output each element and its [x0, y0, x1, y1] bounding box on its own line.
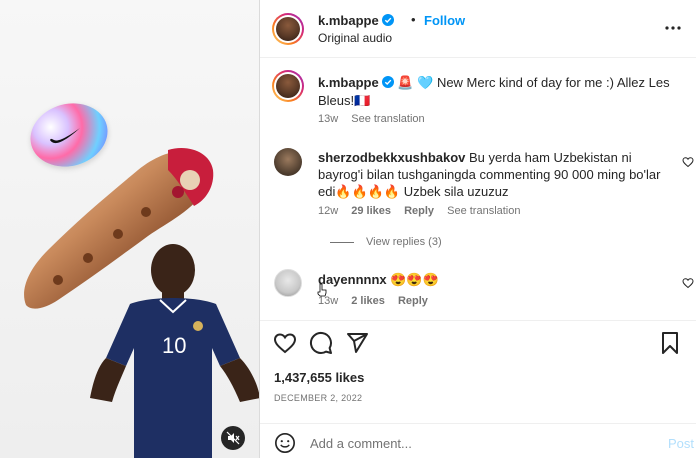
comments-scroll-area[interactable]: k.mbappe 🚨 🩵 New Merc kind of day for me… — [260, 58, 696, 320]
post-comment-button[interactable]: Post — [668, 436, 694, 451]
like-icon[interactable] — [273, 331, 297, 355]
reply-button[interactable]: Reply — [398, 295, 428, 307]
caption-meta: 13w See translation — [318, 113, 435, 125]
mute-button[interactable] — [221, 426, 245, 450]
caption-emojis: 🚨 🩵 — [397, 75, 434, 90]
like-comment-icon[interactable] — [682, 277, 694, 289]
instagram-post-modal: 10 k.mbappe • Follow Original audio k.mb… — [0, 0, 696, 458]
svg-text:10: 10 — [162, 333, 186, 358]
caption: k.mbappe 🚨 🩵 New Merc kind of day for me… — [318, 74, 678, 110]
verified-badge-icon — [381, 76, 394, 88]
verified-badge-icon — [381, 14, 394, 26]
comment-avatar[interactable] — [274, 269, 302, 297]
comment-body: dayennnnx 😍😍😍 — [318, 271, 439, 288]
emoji-icon[interactable] — [274, 432, 296, 454]
comment-composer: Post — [260, 423, 696, 458]
comment-input[interactable] — [310, 432, 630, 454]
caption-author-avatar[interactable] — [272, 70, 304, 102]
more-options-icon[interactable] — [664, 19, 682, 37]
audio-link[interactable]: Original audio — [318, 31, 392, 45]
caption-see-translation[interactable]: See translation — [351, 113, 424, 125]
view-replies-label: View replies (3) — [366, 236, 442, 248]
comment-meta: 13w 2 likes Reply — [318, 295, 438, 307]
caption-age[interactable]: 13w — [318, 113, 338, 125]
post-actions: 1,437,655 likes DECEMBER 2, 2022 Post — [260, 320, 696, 458]
likes-count[interactable]: 1,437,655 likes — [274, 370, 364, 385]
comment-username[interactable]: dayennnnx — [318, 272, 387, 287]
post-details-panel: k.mbappe • Follow Original audio k.mbapp… — [260, 0, 696, 458]
comment-icon[interactable] — [309, 331, 333, 355]
separator-dot: • — [411, 12, 416, 27]
share-icon[interactable] — [345, 331, 369, 355]
follow-button[interactable]: Follow — [424, 13, 465, 28]
author-username-text: k.mbappe — [318, 13, 379, 28]
post-video[interactable]: 10 — [0, 0, 259, 458]
comment-body: sherzodbekkxushbakov Bu yerda ham Uzbeki… — [318, 149, 668, 200]
post-date[interactable]: DECEMBER 2, 2022 — [274, 393, 362, 403]
replies-line — [330, 241, 354, 243]
view-replies-button[interactable]: View replies (3) — [330, 236, 442, 248]
comment-likes[interactable]: 2 likes — [351, 295, 385, 307]
comment-meta: 12w 29 likes Reply See translation — [318, 205, 531, 217]
post-header: k.mbappe • Follow Original audio — [260, 0, 696, 58]
speaker-muted-icon — [226, 431, 240, 445]
comment-text: 😍😍😍 — [390, 272, 439, 287]
mouse-cursor-icon — [317, 283, 327, 297]
comment-username[interactable]: sherzodbekkxushbakov — [318, 150, 465, 165]
comment-avatar[interactable] — [274, 148, 302, 176]
comment-age[interactable]: 12w — [318, 205, 338, 217]
caption-username[interactable]: k.mbappe — [318, 75, 379, 90]
save-bookmark-icon[interactable] — [658, 331, 682, 355]
author-avatar[interactable] — [272, 13, 304, 45]
like-comment-icon[interactable] — [682, 156, 694, 168]
player-image: 10 — [90, 244, 259, 458]
comment-likes[interactable]: 29 likes — [351, 205, 391, 217]
author-username[interactable]: k.mbappe — [318, 13, 394, 28]
comment-see-translation[interactable]: See translation — [447, 205, 520, 217]
reply-button[interactable]: Reply — [404, 205, 434, 217]
